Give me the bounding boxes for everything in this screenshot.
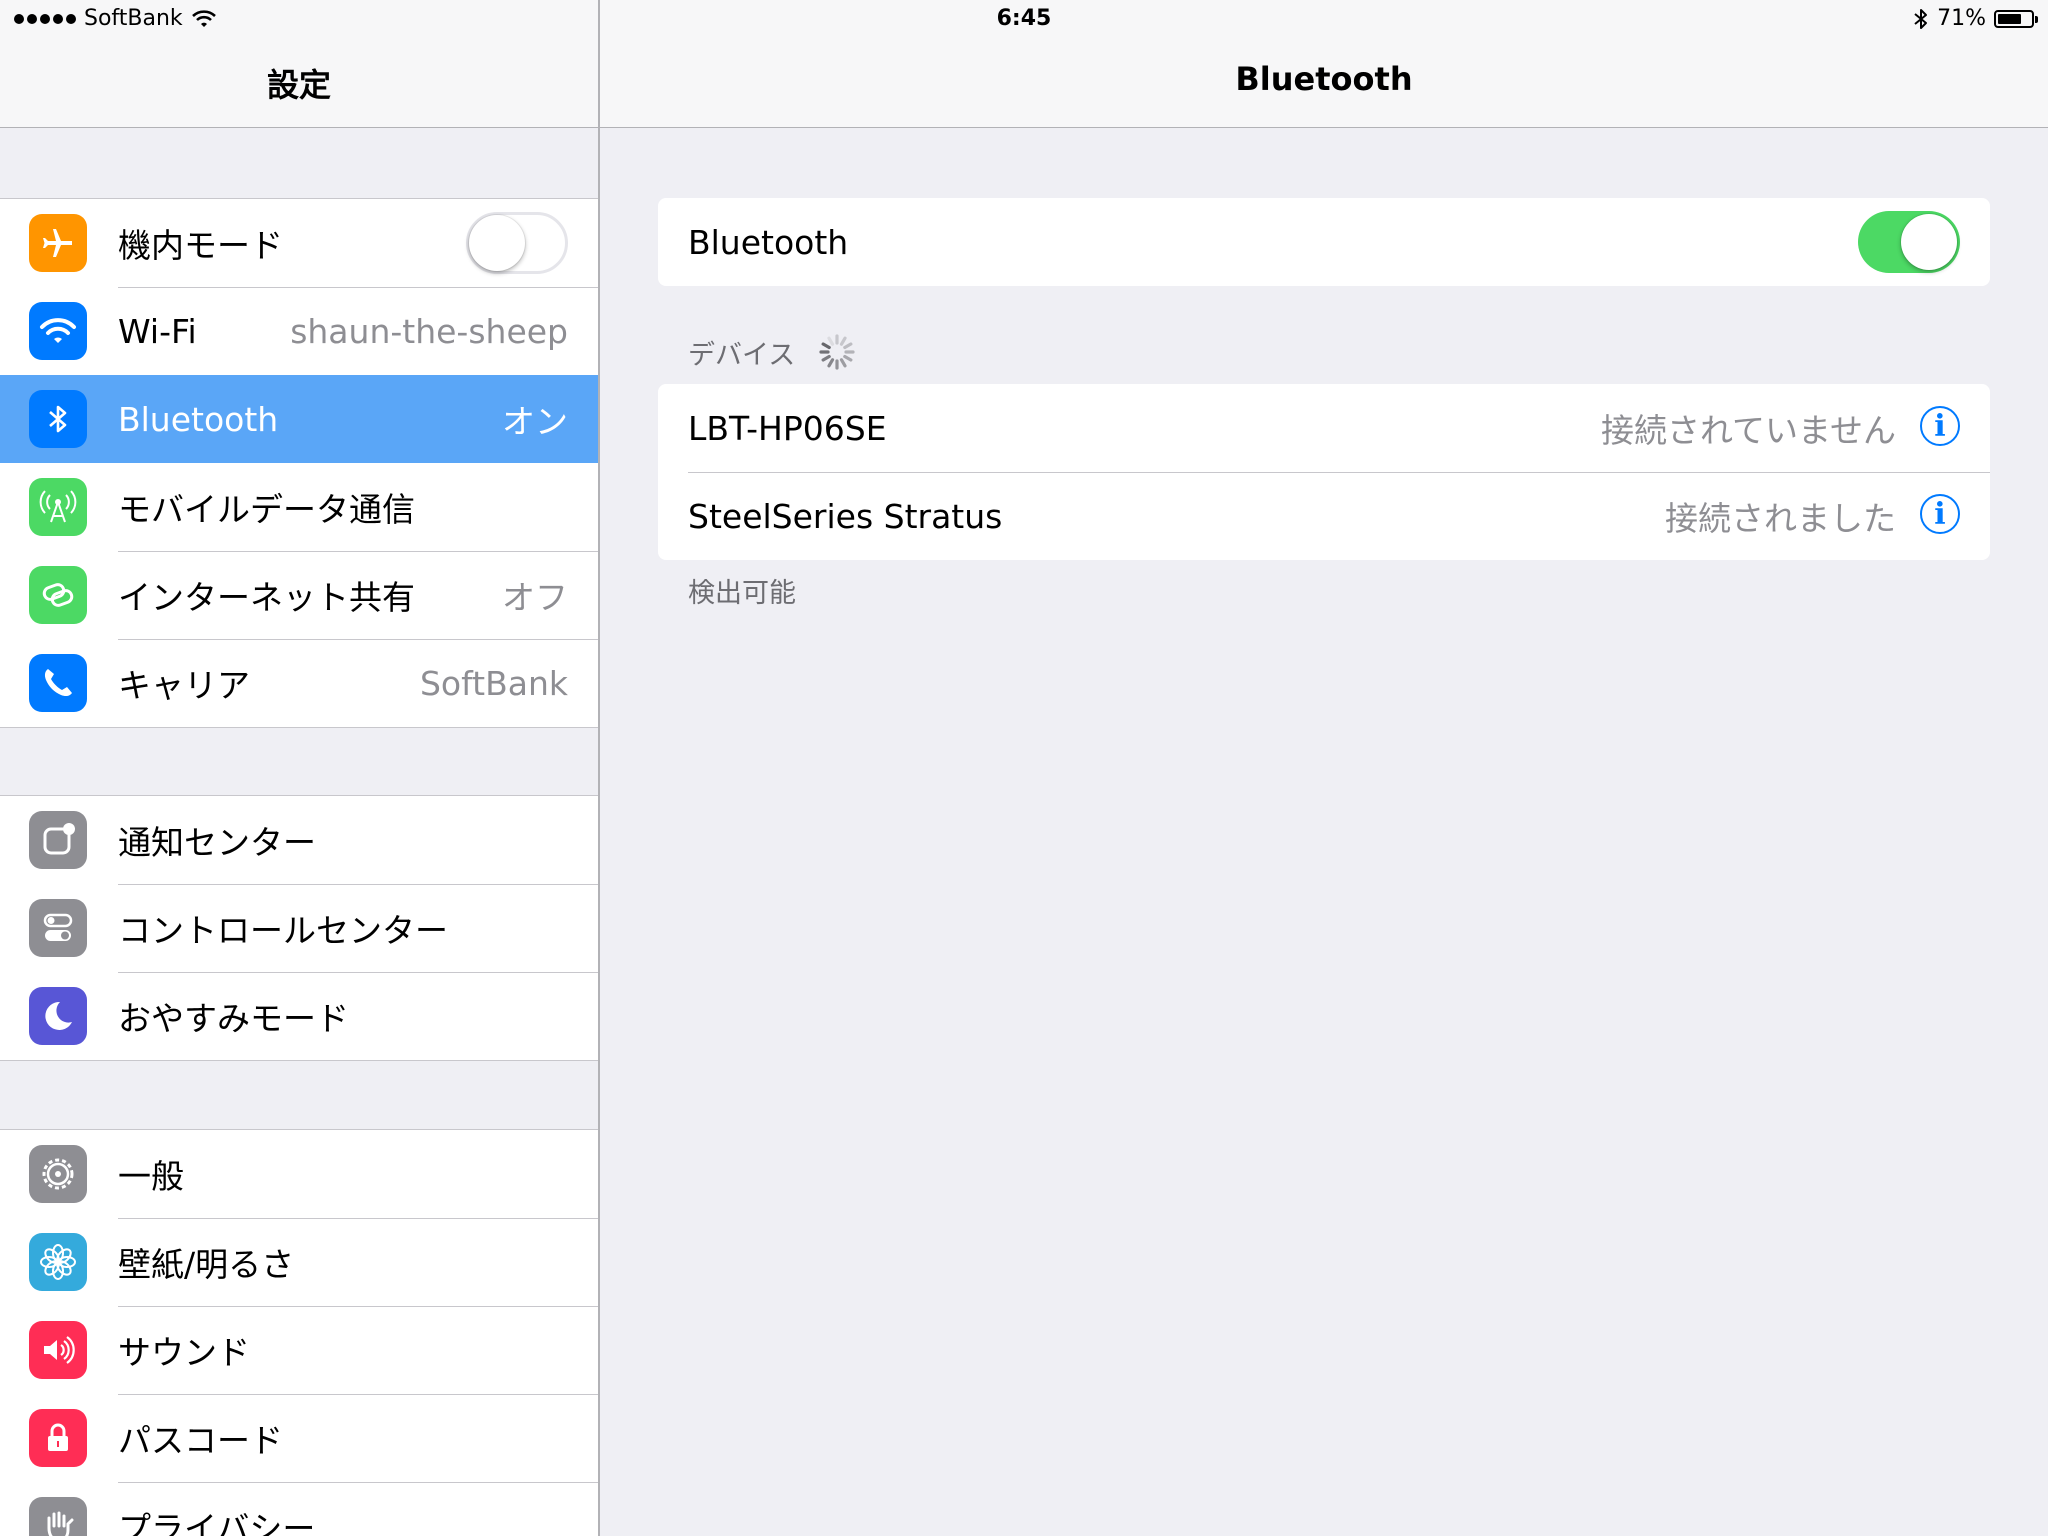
- discoverable-label: 検出可能: [688, 578, 796, 609]
- info-icon[interactable]: i: [1920, 406, 1960, 446]
- bluetooth-state-value: オン: [502, 402, 568, 441]
- sidebar-item-wifi[interactable]: Wi-Fi shaun-the-sheep: [0, 287, 598, 375]
- sidebar-item-label: Bluetooth: [118, 399, 279, 439]
- bluetooth-icon: [29, 390, 87, 448]
- notification-icon: [29, 811, 87, 869]
- discoverable-footer: 検出可能: [688, 571, 796, 610]
- sidebar-title: 設定: [266, 66, 331, 104]
- chain-icon: [29, 566, 87, 624]
- loading-spinner-icon: [819, 334, 855, 370]
- sidebar-item-general[interactable]: 一般: [0, 1130, 598, 1218]
- bluetooth-toggle[interactable]: [1858, 211, 1960, 273]
- sidebar-item-bluetooth[interactable]: Bluetooth オン: [0, 375, 598, 463]
- bluetooth-icon: [1914, 8, 1928, 29]
- bluetooth-toggle-row: Bluetooth: [658, 198, 1990, 286]
- sidebar-item-label: コントロールセンター: [118, 911, 448, 950]
- sidebar-item-label: キャリア: [118, 666, 250, 705]
- sidebar-item-label: インターネット共有: [118, 578, 415, 617]
- moon-icon: [29, 987, 87, 1045]
- airplane-icon: [29, 214, 87, 272]
- sidebar-item-label: 壁紙/明るさ: [118, 1245, 295, 1284]
- sidebar-item-label: 機内モード: [118, 226, 283, 265]
- speaker-icon: [29, 1321, 87, 1379]
- wifi-network-value: shaun-the-sheep: [290, 311, 568, 351]
- sidebar-item-label: プライバシー: [118, 1509, 316, 1536]
- sidebar-item-label: モバイルデータ通信: [118, 490, 415, 529]
- sidebar-item-carrier[interactable]: キャリア SoftBank: [0, 639, 598, 727]
- hotspot-state-value: オフ: [502, 578, 568, 617]
- bluetooth-detail-pane: Bluetooth Bluetooth デバイス LBT-HP06SE 接続され…: [600, 0, 2048, 1536]
- sidebar-item-passcode[interactable]: パスコード: [0, 1394, 598, 1482]
- device-row[interactable]: SteelSeries Stratus 接続されました i: [658, 472, 1990, 560]
- info-icon[interactable]: i: [1920, 494, 1960, 534]
- toggle-knob: [469, 215, 525, 271]
- sidebar-item-sounds[interactable]: サウンド: [0, 1306, 598, 1394]
- lock-icon: [29, 1409, 87, 1467]
- device-name: LBT-HP06SE: [688, 408, 887, 448]
- status-time: 6:45: [996, 6, 1052, 31]
- toggle-knob: [1901, 214, 1957, 270]
- sidebar-item-privacy[interactable]: プライバシー: [0, 1482, 598, 1536]
- settings-sidebar: 設定 機内モード Wi-Fi shaun-the-sheep Bluetooth…: [0, 0, 600, 1536]
- settings-group-centers: 通知センター コントロールセンター おやすみモード: [0, 795, 598, 1061]
- sidebar-item-wallpaper[interactable]: 壁紙/明るさ: [0, 1218, 598, 1306]
- sidebar-item-control-center[interactable]: コントロールセンター: [0, 884, 598, 972]
- battery-icon: [1994, 9, 2038, 28]
- hand-icon: [29, 1497, 87, 1536]
- devices-header-label: デバイス: [688, 339, 796, 371]
- battery-percentage: 71%: [1937, 6, 1986, 31]
- bluetooth-toggle-label: Bluetooth: [688, 222, 849, 262]
- devices-section-header: デバイス: [688, 332, 857, 372]
- device-status: 接続されました: [1665, 499, 1896, 538]
- sidebar-item-airplane-mode[interactable]: 機内モード: [0, 199, 598, 287]
- sidebar-item-label: 通知センター: [118, 823, 316, 862]
- battery-fill: [1998, 13, 2021, 24]
- sidebar-item-label: Wi-Fi: [118, 311, 197, 351]
- sidebar-item-label: パスコード: [118, 1421, 283, 1460]
- device-status: 接続されていません: [1600, 411, 1896, 450]
- antenna-icon: [29, 478, 87, 536]
- settings-group-general: 一般 壁紙/明るさ サウンド パスコード プライバシー: [0, 1129, 598, 1536]
- status-bar: SoftBank 6:45 71%: [0, 0, 2048, 40]
- device-name: SteelSeries Stratus: [688, 496, 1003, 536]
- devices-list: LBT-HP06SE 接続されていません i SteelSeries Strat…: [658, 384, 1990, 560]
- carrier-value: SoftBank: [419, 663, 568, 703]
- sidebar-item-label: 一般: [118, 1157, 184, 1196]
- sidebar-item-do-not-disturb[interactable]: おやすみモード: [0, 972, 598, 1060]
- device-row[interactable]: LBT-HP06SE 接続されていません i: [658, 384, 1990, 472]
- control-center-icon: [29, 899, 87, 957]
- sidebar-item-label: サウンド: [118, 1333, 250, 1372]
- phone-icon: [29, 654, 87, 712]
- sidebar-item-label: おやすみモード: [118, 999, 349, 1038]
- gear-icon: [29, 1145, 87, 1203]
- detail-title: Bluetooth: [1235, 60, 1413, 98]
- settings-group-connectivity: 機内モード Wi-Fi shaun-the-sheep Bluetooth オン…: [0, 198, 598, 728]
- sidebar-item-hotspot[interactable]: インターネット共有 オフ: [0, 551, 598, 639]
- bluetooth-toggle-card: Bluetooth: [658, 198, 1990, 286]
- flower-icon: [29, 1233, 87, 1291]
- sidebar-item-notification-center[interactable]: 通知センター: [0, 796, 598, 884]
- sidebar-item-cellular[interactable]: モバイルデータ通信: [0, 463, 598, 551]
- wifi-icon: [29, 302, 87, 360]
- airplane-mode-toggle[interactable]: [466, 212, 568, 274]
- status-bar-right: 71%: [1913, 6, 2038, 31]
